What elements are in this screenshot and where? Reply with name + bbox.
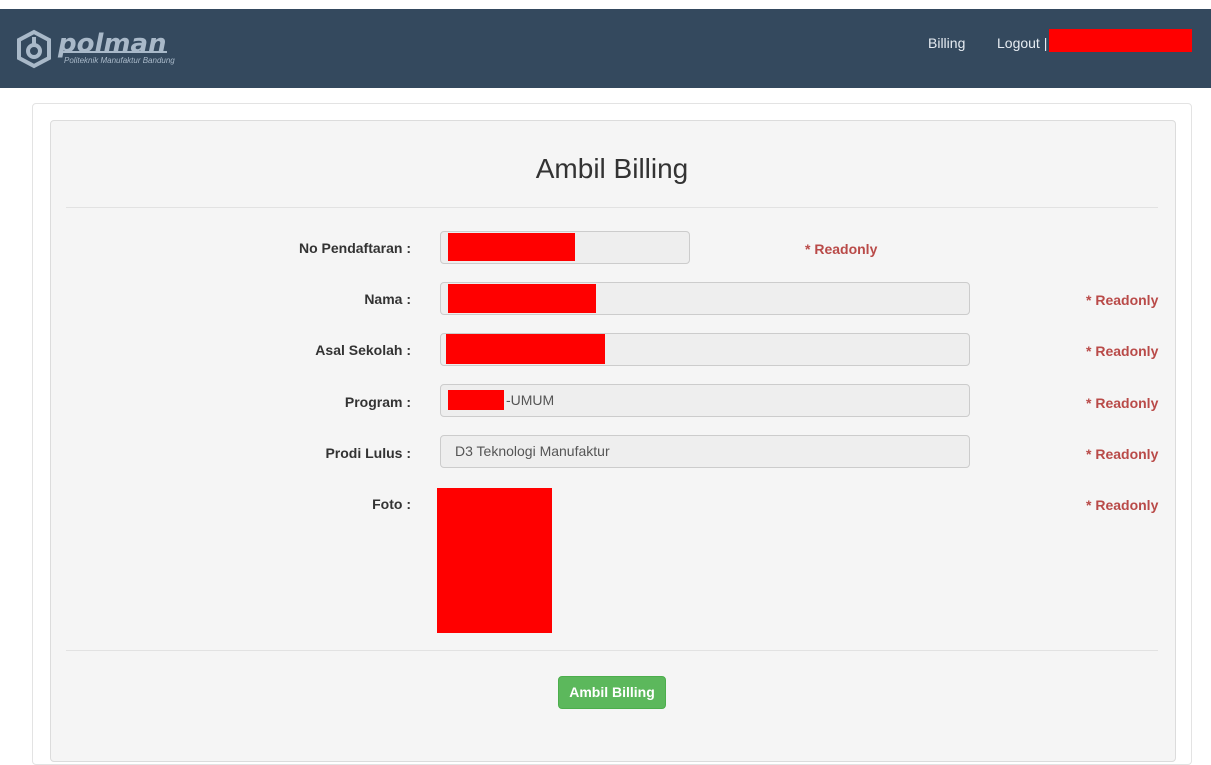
logo-subtitle: Politeknik Manufaktur Bandung (64, 56, 175, 65)
nama-readonly-note: * Readonly (1086, 292, 1159, 308)
nama-label: Nama : (364, 291, 411, 307)
polman-logo[interactable]: polman Politeknik Manufaktur Bandung (14, 29, 244, 71)
top-navbar: polman Politeknik Manufaktur Bandung Bil… (0, 9, 1211, 88)
ambil-billing-button[interactable]: Ambil Billing (558, 676, 666, 709)
logo-wordmark: polman (58, 29, 167, 59)
redacted-no-pendaftaran (448, 233, 575, 261)
page-title: Ambil Billing (535, 153, 689, 184)
foto-readonly-note: * Readonly (1086, 497, 1159, 513)
redacted-asal-sekolah (446, 334, 605, 364)
prodi-lulus-readonly-note: * Readonly (1086, 446, 1159, 462)
asal-sekolah-label: Asal Sekolah : (315, 342, 411, 358)
nav-billing-link[interactable]: Billing (928, 35, 965, 51)
foto-label: Foto : (372, 496, 411, 512)
footer-divider (66, 650, 1158, 651)
no-pendaftaran-label: No Pendaftaran : (298, 240, 411, 256)
redacted-program (448, 390, 504, 410)
redacted-username (1049, 29, 1192, 52)
program-readonly-note: * Readonly (1086, 395, 1159, 411)
program-label: Program : (344, 394, 411, 410)
redacted-photo (437, 488, 552, 633)
no-pendaftaran-readonly-note: * Readonly (805, 241, 878, 257)
program-value-suffix: -UMUM (506, 392, 555, 408)
prodi-lulus-value: D3 Teknologi Manufaktur (455, 443, 610, 459)
polman-logo-icon (17, 29, 51, 69)
program-field[interactable]: -UMUM (440, 384, 970, 417)
title-divider (66, 207, 1158, 208)
redacted-nama (448, 284, 596, 313)
nav-logout-link[interactable]: Logout | (997, 35, 1047, 51)
prodi-lulus-field[interactable]: D3 Teknologi Manufaktur (440, 435, 970, 468)
prodi-lulus-label: Prodi Lulus : (325, 445, 411, 461)
asal-sekolah-readonly-note: * Readonly (1086, 343, 1159, 359)
